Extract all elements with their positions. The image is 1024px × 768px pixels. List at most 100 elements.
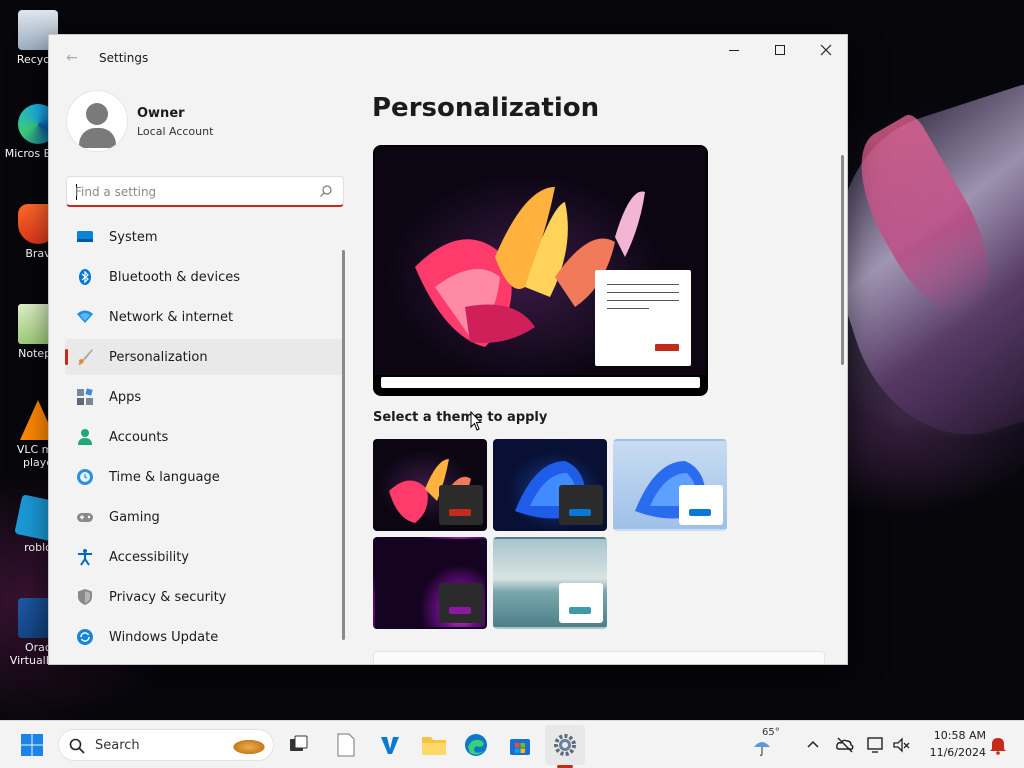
- taskbar-app-settings[interactable]: [549, 729, 581, 761]
- shield-icon: [78, 589, 92, 605]
- store-icon: [510, 739, 530, 755]
- sidebar-item-accessibility[interactable]: Accessibility: [65, 539, 345, 575]
- taskbar-app-edge[interactable]: [460, 729, 492, 761]
- sidebar-item-label: Windows Update: [109, 629, 219, 645]
- theme-tile-bloom-dark[interactable]: [493, 439, 607, 531]
- theme-preview: [373, 145, 708, 396]
- sidebar-scrollbar[interactable]: [342, 250, 345, 640]
- sidebar-item-label: Privacy & security: [109, 589, 227, 605]
- weather-temperature[interactable]: 65°: [762, 727, 780, 738]
- gear-icon: [554, 734, 576, 756]
- taskbar-app-document[interactable]: [330, 729, 362, 761]
- sidebar-item-gaming[interactable]: Gaming: [65, 499, 345, 535]
- maximize-button[interactable]: [757, 35, 803, 65]
- chevron-up-icon[interactable]: [803, 735, 823, 755]
- sidebar-item-privacy-security[interactable]: Privacy & security: [65, 579, 345, 615]
- theme-tile-glow[interactable]: [373, 439, 487, 531]
- taskbar: Search 65° 10:58 AM 11/6/2024: [0, 720, 1024, 768]
- sidebar-item-personalization[interactable]: Personalization: [65, 339, 345, 375]
- preview-line: [607, 300, 679, 301]
- theme-mini-window: [559, 485, 603, 525]
- preview-line: [607, 292, 679, 293]
- sidebar-item-bluetooth[interactable]: Bluetooth & devices: [65, 259, 345, 295]
- weather-umbrella-icon[interactable]: [752, 737, 772, 757]
- folder-icon: [422, 737, 446, 755]
- clock-time[interactable]: 10:58 AM: [924, 729, 986, 742]
- sidebar-item-windows-update[interactable]: Windows Update: [65, 619, 345, 655]
- theme-tile-bloom-light[interactable]: [613, 439, 727, 531]
- theme-tile-captured-motion[interactable]: [373, 537, 487, 629]
- system-icon: [77, 231, 93, 242]
- sidebar-item-label: System: [109, 229, 158, 245]
- search-input[interactable]: [75, 182, 311, 202]
- minimize-icon: [729, 49, 739, 51]
- sidebar-item-label: Accounts: [109, 429, 169, 445]
- visual-studio-code-icon: [381, 737, 399, 754]
- desktop-icon-label: Brav: [25, 247, 51, 260]
- speaker-muted-icon[interactable]: [892, 735, 912, 755]
- sidebar-item-label: Bluetooth & devices: [109, 269, 240, 285]
- taskbar-search[interactable]: Search: [58, 729, 274, 761]
- theme-accent-bar: [449, 509, 471, 516]
- main-scrollbar[interactable]: [841, 155, 844, 365]
- accessibility-icon: [78, 549, 92, 566]
- preview-line: [607, 308, 649, 309]
- wifi-icon: [77, 310, 93, 323]
- theme-accent-bar: [569, 509, 591, 516]
- network-monitor-icon[interactable]: [866, 735, 886, 755]
- accounts-icon: [78, 429, 92, 445]
- taskbar-search-label: Search: [95, 738, 140, 753]
- minimize-button[interactable]: [711, 35, 757, 65]
- sidebar-item-label: Network & internet: [109, 309, 234, 325]
- preview-taskbar: [381, 377, 700, 388]
- bluetooth-icon: [79, 269, 91, 285]
- start-button[interactable]: [16, 729, 48, 761]
- close-button[interactable]: [803, 35, 847, 65]
- theme-accent-bar: [569, 607, 591, 614]
- user-icon: [86, 103, 108, 125]
- mouse-cursor-icon: [470, 411, 482, 431]
- notification-bell-icon[interactable]: [988, 735, 1008, 755]
- clock-date[interactable]: 11/6/2024: [924, 746, 986, 759]
- user-icon-body: [79, 128, 116, 148]
- document-icon: [337, 733, 355, 757]
- close-icon: [820, 44, 832, 56]
- theme-mini-window: [559, 583, 603, 623]
- sidebar-item-time-language[interactable]: Time & language: [65, 459, 345, 495]
- settings-window: ← Settings Owner Local Account Find a se…: [48, 34, 848, 665]
- avatar[interactable]: [66, 90, 128, 152]
- apps-icon: [77, 388, 93, 405]
- taskbar-app-vscode[interactable]: [374, 729, 406, 761]
- page-title: Personalization: [372, 93, 600, 123]
- user-name: Owner: [137, 106, 185, 121]
- gamepad-icon: [77, 513, 93, 522]
- preview-button: [655, 344, 679, 351]
- search-icon: [69, 738, 85, 754]
- search-icon[interactable]: [319, 184, 333, 198]
- sidebar-item-label: Apps: [109, 389, 142, 405]
- taskbar-app-file-explorer[interactable]: [418, 729, 450, 761]
- search-box[interactable]: [66, 176, 344, 207]
- globe-clock-icon: [77, 469, 93, 485]
- theme-tile-sunrise-flow[interactable]: [493, 537, 607, 629]
- back-button[interactable]: ←: [63, 49, 81, 67]
- paintbrush-icon: [78, 349, 93, 365]
- theme-mini-window: [439, 485, 483, 525]
- sidebar-item-label: Time & language: [109, 469, 220, 485]
- preview-window: [595, 270, 691, 366]
- theme-accent-bar: [449, 607, 471, 614]
- next-settings-card[interactable]: [373, 651, 825, 664]
- sidebar-item-system[interactable]: System: [65, 219, 345, 255]
- windows-logo-icon: [21, 734, 43, 756]
- sidebar-item-network[interactable]: Network & internet: [65, 299, 345, 335]
- task-view-icon: [290, 735, 308, 751]
- task-view-button[interactable]: [282, 729, 314, 761]
- sidebar-item-accounts[interactable]: Accounts: [65, 419, 345, 455]
- search-highlight-food-icon: [227, 733, 271, 759]
- taskbar-app-store[interactable]: [504, 729, 536, 761]
- sidebar-item-label: Accessibility: [109, 549, 189, 565]
- cloud-offline-icon[interactable]: [835, 735, 855, 755]
- sidebar-item-apps[interactable]: Apps: [65, 379, 345, 415]
- title-bar[interactable]: ← Settings: [49, 35, 847, 81]
- theme-accent-bar: [689, 509, 711, 516]
